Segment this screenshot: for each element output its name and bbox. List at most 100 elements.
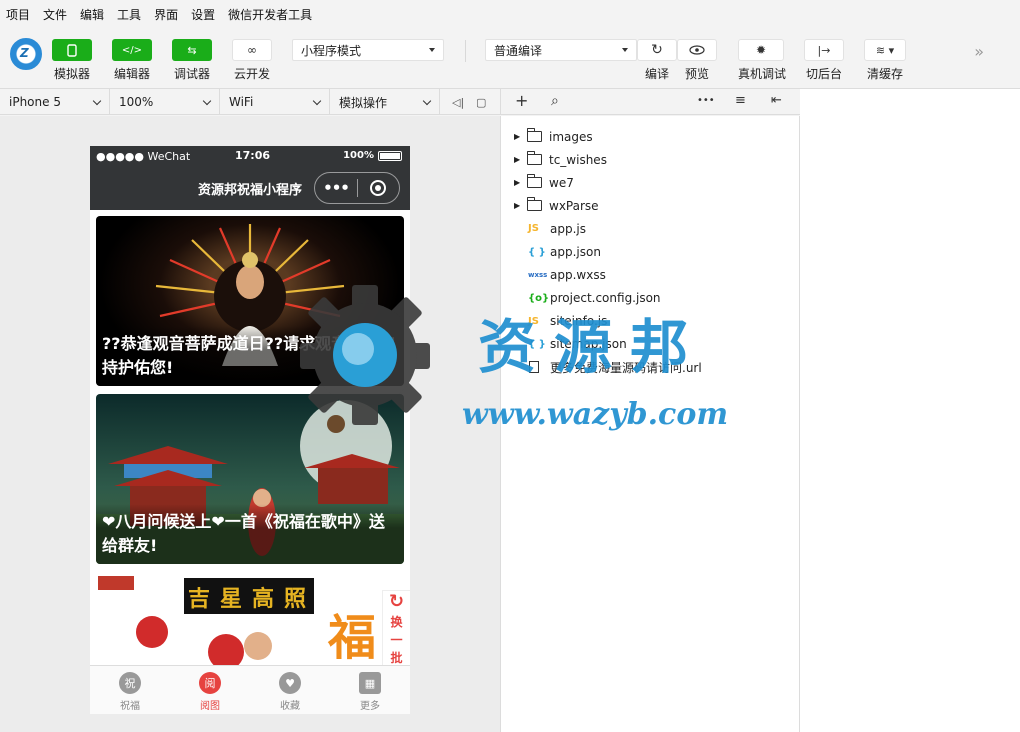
tab-favorites[interactable]: ♥ 收藏 [250, 666, 330, 714]
popout-window-icon[interactable]: ▢ [476, 96, 486, 109]
mode-select-value: 小程序模式 [301, 43, 362, 58]
editor-button[interactable]: </> 编辑器 [112, 39, 152, 82]
file-name: app.json [550, 245, 601, 260]
folder-icon [526, 151, 542, 166]
more-dots-icon[interactable]: ••• [315, 179, 357, 197]
remote-debug-label: 真机调试 [738, 67, 787, 81]
zoom-value: 100% [119, 95, 154, 109]
menu-wechat-devtools[interactable]: 微信开发者工具 [228, 6, 312, 23]
wxss-file-icon: wxss [528, 271, 548, 280]
caret-right-icon: ▶ [514, 178, 521, 188]
file-name: we7 [549, 175, 574, 190]
menu-file[interactable]: 文件 [43, 6, 67, 23]
avatar[interactable]: Z [10, 38, 42, 70]
collapse-panel-icon[interactable]: ⇤ [771, 93, 782, 108]
folder-icon [526, 128, 542, 143]
fortune-char: 吉 [188, 586, 210, 612]
compile-mode-select[interactable]: 普通编译 [485, 39, 637, 61]
fortune-char: 照 [284, 587, 306, 612]
menu-settings[interactable]: 设置 [191, 6, 215, 23]
network-select[interactable]: WiFi [220, 89, 330, 115]
simulator-button[interactable]: 模拟器 [52, 39, 92, 82]
layers-icon: ≋ ▾ [864, 39, 906, 61]
tab-label: 阅图 [200, 701, 220, 712]
editor-label: 编辑器 [113, 67, 150, 81]
fu-character: 福 [327, 610, 376, 666]
cloud-label: 云开发 [233, 67, 270, 81]
expand-more-icon[interactable]: » [974, 42, 984, 61]
list-item[interactable]: 吉 星 高 照 福 [96, 572, 404, 672]
file-name: wxParse [549, 198, 599, 213]
chevron-down-icon [422, 96, 432, 106]
clear-cache-button[interactable]: ≋ ▾ 清缓存 [864, 39, 906, 82]
card-caption: ❤八月问候送上❤一首《祝福在歌中》送给群友! [96, 504, 404, 564]
compile-label: 编译 [644, 67, 669, 81]
file-name: app.wxss [550, 268, 606, 283]
gallery-icon: 阅 [199, 672, 221, 694]
refresh-label: 换 [390, 615, 403, 629]
mode-select[interactable]: 小程序模式 [292, 39, 444, 61]
cloud-link-icon: ∞ [232, 39, 272, 61]
more-icon[interactable]: ••• [697, 95, 715, 106]
json-file-icon: { } [528, 246, 546, 258]
carrier-text: ●●●●● WeChat [96, 149, 191, 163]
folder-icon [526, 174, 542, 189]
capsule-menu: ••• [314, 172, 400, 204]
file-app-json[interactable]: { } app.json [501, 240, 799, 263]
heart-icon: ♥ [279, 672, 301, 694]
refresh-batch-button[interactable]: ↻ 换 一 批 [382, 590, 410, 670]
chevron-down-icon [202, 96, 212, 106]
preview-label: 预览 [684, 67, 709, 81]
file-app-wxss[interactable]: wxss app.wxss [501, 264, 799, 287]
tab-bar: 祝 祝福 阅 阅图 ♥ 收藏 ▦ 更多 [90, 665, 410, 714]
debugger-label: 调试器 [173, 67, 210, 81]
caret-right-icon: ▶ [514, 132, 521, 142]
device-select[interactable]: iPhone 5 [0, 89, 110, 115]
menubar: 项目 文件 编辑 工具 界面 设置 微信开发者工具 [0, 0, 1020, 28]
menu-project[interactable]: 项目 [6, 6, 30, 23]
watermark-url: www.wazyb.com [462, 397, 729, 432]
folder-images[interactable]: ▶ images [501, 125, 799, 148]
folder-we7[interactable]: ▶ we7 [501, 171, 799, 194]
file-app-js[interactable]: JS app.js [501, 217, 799, 240]
logo-icon: Z [20, 46, 29, 60]
operation-select[interactable]: 模拟操作 [330, 89, 440, 115]
menu-interface[interactable]: 界面 [154, 6, 178, 23]
tab-more[interactable]: ▦ 更多 [330, 666, 410, 714]
file-name: images [549, 129, 593, 144]
cloud-button[interactable]: ∞ 云开发 [232, 39, 272, 82]
battery-indicator: 100% [343, 150, 402, 161]
volume-icon[interactable]: ◁| [452, 96, 464, 109]
compile-mode-value: 普通编译 [494, 43, 543, 58]
remote-debug-button[interactable]: ✹ 真机调试 [738, 39, 787, 82]
fortune-image: 吉 星 高 照 福 [98, 576, 376, 670]
search-icon[interactable]: ⌕ [551, 93, 559, 109]
image-feed: ??恭逢观音菩萨成道日??请求观音菩萨加持护佑您! ❤八月问候送上❤一首《祝福在… [90, 210, 410, 672]
phone-icon [52, 39, 92, 61]
folder-tc-wishes[interactable]: ▶ tc_wishes [501, 148, 799, 171]
compile-button[interactable]: ↻ 编译 [637, 39, 677, 82]
close-miniprogram-button[interactable] [358, 180, 399, 196]
menu-tools[interactable]: 工具 [117, 6, 141, 23]
file-name: app.js [550, 221, 586, 236]
add-file-icon[interactable]: + [515, 91, 528, 110]
tab-label: 更多 [360, 701, 380, 712]
menu-edit[interactable]: 编辑 [80, 6, 104, 23]
zoom-select[interactable]: 100% [110, 89, 220, 115]
refresh-icon: ↻ [637, 39, 677, 61]
tab-label: 收藏 [280, 701, 300, 712]
page-title: 资源邦祝福小程序 [197, 183, 302, 198]
folder-wxparse[interactable]: ▶ wxParse [501, 194, 799, 217]
debug-icon: ⇆ [172, 39, 212, 61]
simulator-label: 模拟器 [53, 67, 90, 81]
blessing-icon: 祝 [119, 672, 141, 694]
background-button[interactable]: |→ 切后台 [804, 39, 844, 82]
preview-button[interactable]: 预览 [677, 39, 717, 82]
phone-screen: ●●●●● WeChat 17:06 100% 资源邦祝福小程序 ••• ??恭… [90, 146, 410, 714]
sort-icon[interactable]: ≡ [735, 93, 746, 108]
battery-icon [378, 150, 402, 161]
tab-gallery[interactable]: 阅 阅图 [170, 666, 250, 714]
tab-blessing[interactable]: 祝 祝福 [90, 666, 170, 714]
caret-right-icon: ▶ [514, 155, 521, 165]
debugger-button[interactable]: ⇆ 调试器 [172, 39, 212, 82]
